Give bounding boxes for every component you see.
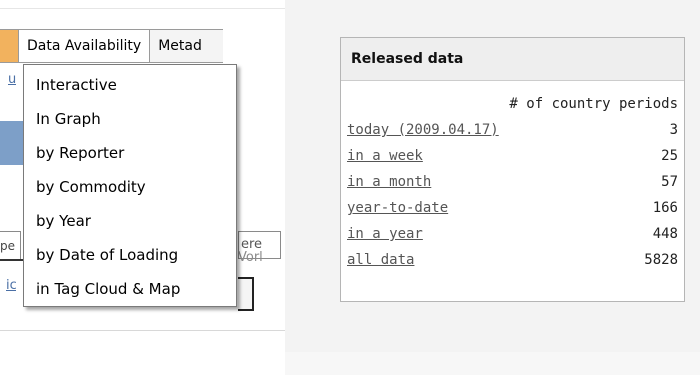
released-data-title: Released data [341,38,684,81]
divider [0,259,23,261]
menu-item-by-date-of-loading[interactable]: by Date of Loading [24,239,236,273]
released-count: 57 [661,174,678,190]
background-button[interactable] [238,277,254,311]
background-link[interactable]: ic [6,278,16,293]
column-header: # of country periods [509,96,678,112]
list-item: in a year 448 [347,221,678,247]
menu-item-by-commodity[interactable]: by Commodity [24,171,236,205]
menu-item-in-graph[interactable]: In Graph [24,103,236,137]
list-item: year-to-date 166 [347,195,678,221]
released-count: 25 [661,148,678,164]
released-link-week[interactable]: in a week [347,143,423,169]
released-link-month[interactable]: in a month [347,169,431,195]
background-link-world[interactable]: Vorl [238,250,282,265]
released-link-all-data[interactable]: all data [347,247,414,273]
released-count: 166 [652,200,678,216]
menu-item-by-year[interactable]: by Year [24,205,236,239]
released-link-today[interactable]: today (2009.04.17) [347,117,499,143]
released-link-year[interactable]: in a year [347,221,423,247]
menu-bar: Data Availability Metad [0,29,224,63]
left-panel: Data Availability Metad ut pe ere Vorl i… [0,0,285,331]
menu-tab-data-availability[interactable]: Data Availability [19,29,151,63]
section-header-band [0,121,24,165]
menu-tab-previous[interactable] [0,29,19,63]
list-item: in a month 57 [347,169,678,195]
data-availability-dropdown: Interactive In Graph by Reporter by Comm… [23,64,237,307]
menu-item-by-reporter[interactable]: by Reporter [24,137,236,171]
released-count: 5828 [644,252,678,268]
released-count: 448 [652,226,678,242]
panel-footer-area [285,352,700,375]
released-count: 3 [669,122,678,138]
released-data-box: Released data # of country periods today… [340,37,685,302]
menu-tab-metadata[interactable]: Metad [150,29,224,63]
list-item: in a week 25 [347,143,678,169]
released-link-year-to-date[interactable]: year-to-date [347,195,448,221]
list-item: today (2009.04.17) 3 [347,117,678,143]
background-link[interactable]: ut [8,72,16,92]
divider [0,8,285,9]
list-item: all data 5828 [347,247,678,273]
released-data-list: today (2009.04.17) 3 in a week 25 in a m… [341,117,684,273]
menu-item-interactive[interactable]: Interactive [24,69,236,103]
background-input-left[interactable]: pe [0,231,21,261]
menu-item-tag-cloud-map[interactable]: in Tag Cloud & Map [24,273,236,307]
divider [0,330,285,331]
